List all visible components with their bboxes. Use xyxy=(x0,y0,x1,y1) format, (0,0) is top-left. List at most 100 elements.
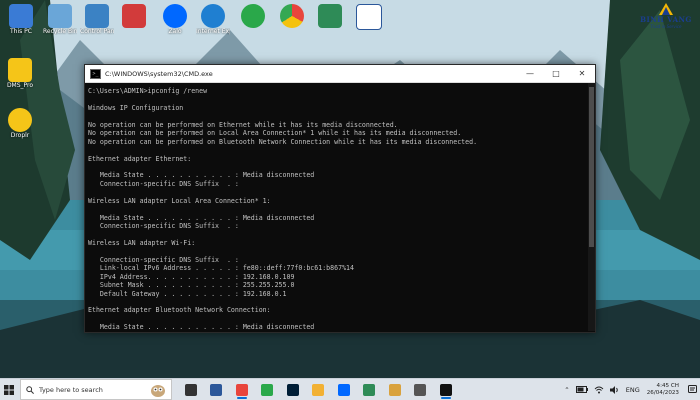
camtasia-icon xyxy=(363,383,376,396)
start-button[interactable] xyxy=(0,379,18,400)
taskbar-app-file-explorer[interactable] xyxy=(306,379,332,400)
desktop-icon-ccleaner[interactable] xyxy=(236,4,270,44)
taskbar-app-settings[interactable] xyxy=(408,379,434,400)
desktop-icon-word[interactable] xyxy=(352,4,386,44)
wifi-icon[interactable] xyxy=(594,386,604,394)
console-line: Ethernet adapter Ethernet: xyxy=(88,154,192,163)
file-explorer-icon xyxy=(312,383,325,396)
search-box[interactable]: Type here to search xyxy=(20,379,172,400)
minimize-icon: — xyxy=(526,69,534,78)
clock-time: 4:45 CH xyxy=(656,382,679,389)
desktop-icon-chrome[interactable] xyxy=(275,4,309,44)
chevron-up-icon[interactable]: ⌃ xyxy=(564,386,569,394)
system-tray: ⌃ ENG 4:45 CH 26/04/2023 xyxy=(561,379,700,400)
maximize-button[interactable]: □ xyxy=(543,65,569,82)
word-icon xyxy=(356,4,382,30)
desktop-icon-internet-explorer[interactable]: Internet Explorer xyxy=(196,4,230,44)
ccleaner-icon xyxy=(261,383,274,396)
settings-icon xyxy=(414,383,427,396)
desktop-icon-app[interactable] xyxy=(117,4,151,44)
dms-icon xyxy=(8,58,32,82)
ccleaner-icon xyxy=(241,4,265,28)
desktop-icon-droplr[interactable]: Droplr xyxy=(3,108,37,148)
this-pc-icon xyxy=(9,4,33,28)
console-line: Link-local IPv6 Address . . . . . : fe80… xyxy=(88,264,354,273)
cmd-icon: >_ xyxy=(90,68,101,79)
windows-start-icon xyxy=(4,384,14,395)
close-button[interactable]: ✕ xyxy=(569,65,595,82)
console-line: IPv4 Address. . . . . . . . . . . : 192.… xyxy=(88,272,295,281)
console-line: No operation can be performed on Etherne… xyxy=(88,120,398,129)
desktop-icon-recycle-bin[interactable]: Recycle Bin xyxy=(43,4,77,44)
window-title: C:\WINDOWS\system32\CMD.exe xyxy=(105,69,213,78)
console-line: Media State . . . . . . . . . . . : Medi… xyxy=(88,171,315,180)
chrome-icon xyxy=(235,383,248,396)
brand-logo: BINH VANG Trust in Service xyxy=(638,3,694,31)
control-panel-icon xyxy=(85,4,109,28)
taskbar-app-chrome[interactable] xyxy=(229,379,255,400)
taskbar-app-cmd[interactable] xyxy=(433,379,459,400)
console-line: Media State . . . . . . . . . . . : Medi… xyxy=(88,213,315,222)
console-line: Connection-specific DNS Suffix . : xyxy=(88,222,239,230)
vertical-scrollbar[interactable] xyxy=(588,83,595,331)
cmd-icon xyxy=(439,383,452,396)
camtasia-icon xyxy=(318,4,342,28)
binh-vang-logo-icon xyxy=(659,3,673,15)
console-line: Wireless LAN adapter Wi-Fi: xyxy=(88,238,196,247)
console-line: Connection-specific DNS Suffix . : xyxy=(88,179,239,188)
app-icon xyxy=(122,4,146,28)
taskbar-app-ccleaner[interactable] xyxy=(255,379,281,400)
internet-explorer-icon xyxy=(201,4,225,28)
cmd-window[interactable]: >_ C:\WINDOWS\system32\CMD.exe — □ ✕ C:\… xyxy=(84,64,596,333)
clock-date: 26/04/2023 xyxy=(646,389,679,396)
clock[interactable]: 4:45 CH 26/04/2023 xyxy=(647,383,679,397)
console-line: No operation can be performed on Bluetoo… xyxy=(88,137,478,146)
taskbar-app-photoshop[interactable] xyxy=(280,379,306,400)
desktop-icon-control-panel[interactable]: Control Panel xyxy=(80,4,114,44)
maximize-icon: □ xyxy=(552,69,560,78)
taskbar-app-camtasia[interactable] xyxy=(357,379,383,400)
battery-icon[interactable] xyxy=(575,386,588,393)
droplr-icon xyxy=(8,108,32,132)
taskbar-app-paint[interactable] xyxy=(382,379,408,400)
title-bar[interactable]: >_ C:\WINDOWS\system32\CMD.exe — □ ✕ xyxy=(85,65,595,83)
taskbar-app-task-view[interactable] xyxy=(178,379,204,400)
console-line: Windows IP Configuration xyxy=(88,103,184,112)
recycle-bin-icon xyxy=(48,4,72,28)
console-line: C:\Users\ADMIN>ipconfig /renew xyxy=(88,87,208,95)
console-line: Connection-specific DNS Suffix . : xyxy=(88,255,239,264)
search-placeholder: Type here to search xyxy=(39,385,103,394)
close-icon: ✕ xyxy=(578,69,586,78)
search-highlight-icon xyxy=(151,385,165,397)
language-indicator[interactable]: ENG xyxy=(626,386,640,394)
desktop-icon-this-pc[interactable]: This PC xyxy=(4,4,38,44)
scrollbar-thumb[interactable] xyxy=(589,87,594,247)
taskbar: Type here to search ⌃ ENG 4:45 CH 26/04/… xyxy=(0,378,700,400)
notification-icon[interactable] xyxy=(688,385,697,394)
desktop-icon-dms[interactable]: DMS_Pro xyxy=(3,58,37,98)
console-output[interactable]: C:\Users\ADMIN>ipconfig /renew Windows IP… xyxy=(85,83,595,335)
zalo-icon xyxy=(337,383,350,396)
console-line: Default Gateway . . . . . . . . . : 192.… xyxy=(88,289,287,298)
zalo-icon xyxy=(163,4,187,28)
brand-name: BINH VANG xyxy=(640,15,692,24)
photoshop-icon xyxy=(286,383,299,396)
volume-icon[interactable] xyxy=(609,385,620,394)
minimize-button[interactable]: — xyxy=(517,65,543,82)
taskbar-apps xyxy=(178,379,459,400)
desktop-icon-zalo[interactable]: Zalo xyxy=(158,4,192,44)
taskbar-app-zalo[interactable] xyxy=(331,379,357,400)
chrome-icon xyxy=(280,4,304,28)
taskbar-app-word[interactable] xyxy=(204,379,230,400)
desktop-icon-camtasia[interactable] xyxy=(313,4,347,44)
